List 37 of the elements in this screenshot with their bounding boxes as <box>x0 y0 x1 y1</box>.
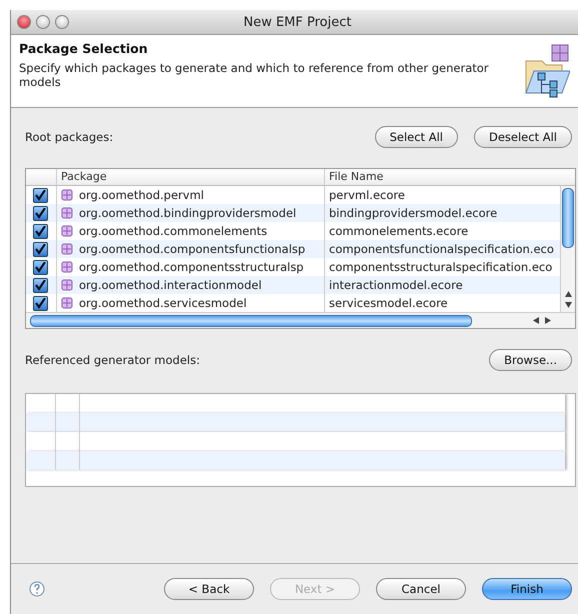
checkbox[interactable] <box>33 296 48 310</box>
column-header[interactable]: File Name <box>324 169 575 185</box>
wizard-button[interactable]: < Back <box>164 578 254 600</box>
checkbox[interactable] <box>33 188 48 202</box>
section-label: Referenced generator models: <box>25 353 200 367</box>
window-title: New EMF Project <box>242 14 352 30</box>
browse-button[interactable]: Browse... <box>489 349 572 371</box>
section-label: Root packages: <box>25 130 114 144</box>
horizontal-scrollbar[interactable] <box>26 312 575 328</box>
checkbox[interactable] <box>33 242 48 256</box>
scroll-left-icon[interactable] <box>533 317 539 324</box>
checkbox[interactable] <box>33 224 48 238</box>
checkbox[interactable] <box>33 260 48 274</box>
checkbox[interactable] <box>33 206 48 220</box>
package-icon <box>61 297 73 309</box>
close-button[interactable] <box>17 15 31 29</box>
minimize-button[interactable] <box>36 15 50 29</box>
package-icon <box>61 189 73 201</box>
wizard-button[interactable]: Cancel <box>376 578 466 600</box>
help-icon[interactable] <box>29 581 45 597</box>
scroll-down-icon[interactable] <box>564 302 572 308</box>
vertical-scrollbar[interactable] <box>560 186 575 312</box>
package-icon <box>61 243 73 255</box>
zoom-button[interactable] <box>55 15 69 29</box>
package-icon <box>61 225 73 237</box>
column-header[interactable]: Package <box>56 169 324 185</box>
page-title: Package Selection <box>19 41 149 56</box>
default-button[interactable]: Finish <box>482 578 572 600</box>
package-icon <box>61 261 73 273</box>
page-description: Specify which packages to generate and which to reference from other generator models <box>19 61 490 89</box>
package-icon <box>61 207 73 219</box>
scroll-right-icon[interactable] <box>545 317 551 324</box>
scroll-up-icon[interactable] <box>564 291 572 297</box>
action-button[interactable]: Deselect All <box>474 126 572 148</box>
package-icon <box>61 279 73 291</box>
checkbox[interactable] <box>33 278 48 292</box>
action-button[interactable]: Select All <box>374 126 458 148</box>
